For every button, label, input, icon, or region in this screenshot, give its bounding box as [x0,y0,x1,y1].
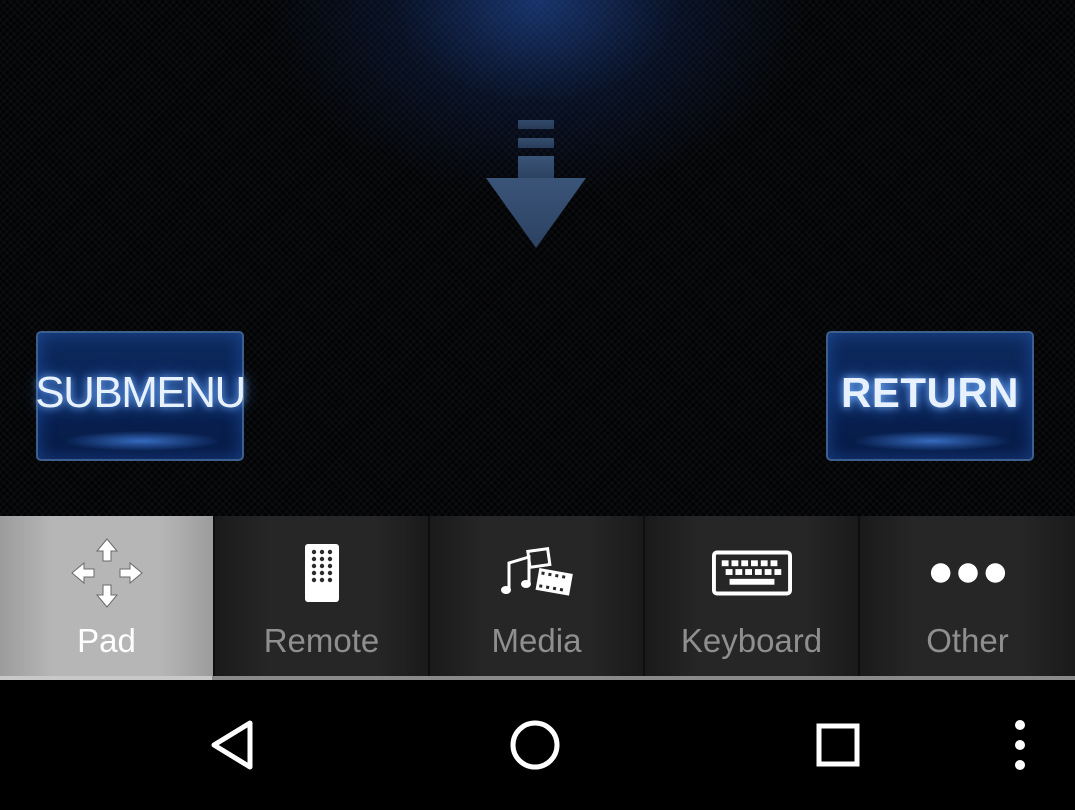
tab-media[interactable]: Media [430,516,645,678]
submenu-button[interactable]: SUBMENU [35,331,246,461]
tab-pad[interactable]: Pad [0,516,215,678]
return-button-label: RETURN [841,369,1019,416]
keyboard-icon [711,538,792,608]
more-dots-icon [928,538,1008,608]
back-triangle-icon [211,720,253,770]
back-button[interactable] [198,710,268,780]
overflow-menu-button[interactable] [990,710,1050,780]
tab-bar: Pad Remote Media Keyboard Other [0,516,1075,678]
recents-button[interactable] [803,710,873,780]
return-button[interactable]: RETURN [826,331,1034,461]
swipe-down-arrow-icon [486,120,586,248]
app-screen: SUBMENU RETURN Pad Remote Media Keyboard… [0,0,1075,810]
tab-keyboard-label: Keyboard [680,622,823,659]
tab-media-label: Media [491,622,582,659]
tab-pad-label: Pad [77,622,136,659]
tab-keyboard[interactable]: Keyboard [645,516,860,678]
recents-square-icon [816,723,860,767]
tab-remote-label: Remote [263,622,380,659]
system-navigation-bar [0,680,1075,810]
submenu-button-label: SUBMENU [35,368,246,417]
remote-control-icon [282,538,362,608]
touch-pad-area[interactable]: SUBMENU RETURN [0,0,1075,516]
home-button[interactable] [500,710,570,780]
directional-pad-icon [67,538,147,608]
tab-remote[interactable]: Remote [215,516,430,678]
home-circle-icon [510,720,560,770]
tab-other[interactable]: Other [860,516,1075,678]
overflow-menu-icon [1015,720,1025,770]
media-icon [497,538,577,608]
tab-other-label: Other [926,622,1009,659]
